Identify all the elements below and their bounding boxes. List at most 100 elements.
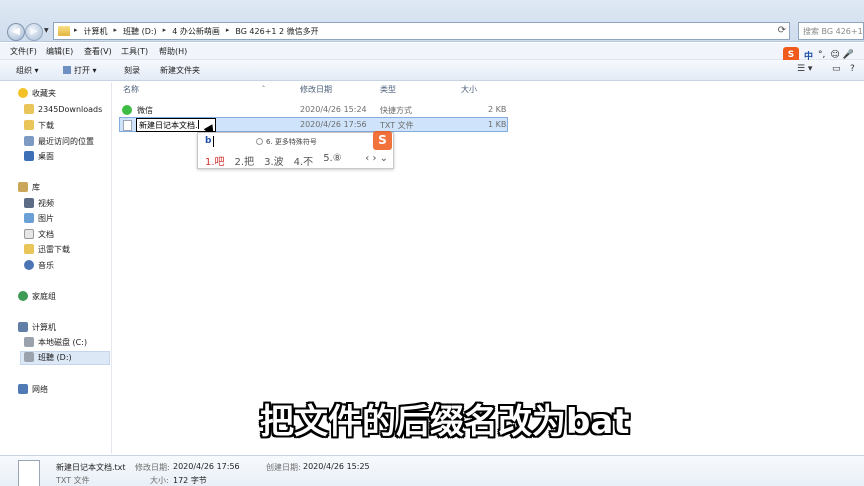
sidebar-item-label: 桌面	[38, 152, 54, 161]
breadcrumb-drive[interactable]: 班聽 (D:)	[123, 26, 157, 37]
sidebar-item-label: 2345Downloads	[38, 105, 103, 114]
sidebar-item-pictures[interactable]: 图片	[24, 213, 54, 227]
sidebar-item-label: 最近访问的位置	[38, 137, 94, 146]
organize-button[interactable]: 组织 ▾	[16, 65, 39, 76]
details-modified: 2020/4/26 17:56	[173, 462, 240, 471]
forward-button[interactable]: ▶	[25, 23, 43, 41]
search-input[interactable]: 搜索 BG 426+1...	[798, 22, 864, 40]
menu-tools[interactable]: 工具(T)	[121, 46, 148, 57]
menu-file[interactable]: 文件(F)	[10, 46, 37, 57]
menu-bar: 文件(F) 编辑(E) 查看(V) 工具(T) 帮助(H)	[0, 43, 864, 60]
menu-edit[interactable]: 编辑(E)	[46, 46, 73, 57]
menu-view[interactable]: 查看(V)	[84, 46, 112, 57]
ime-tools-icon[interactable]: ☺ 🎤	[830, 50, 853, 60]
column-header-type[interactable]: 类型	[380, 84, 396, 95]
sidebar-homegroup[interactable]: 家庭组	[18, 291, 56, 305]
file-modified: 2020/4/26 17:56	[300, 120, 367, 129]
breadcrumb-folder[interactable]: 4 办公新萌画	[172, 26, 220, 37]
document-icon	[24, 229, 34, 239]
chevron-right-icon: ▸	[162, 26, 167, 34]
view-options-icon[interactable]: ☰ ▾	[797, 64, 812, 74]
punctuation-toggle[interactable]: °,	[818, 50, 825, 60]
file-row-notepad[interactable]: 新建日记本文档. 2020/4/26 17:56 TXT 文件 1 KB	[119, 117, 508, 132]
open-button[interactable]: 打开 ▾	[63, 65, 97, 76]
refresh-icon[interactable]: ⟳	[778, 25, 786, 36]
sidebar-item-recent[interactable]: 最近访问的位置	[24, 136, 94, 150]
text-caret	[197, 120, 199, 129]
sidebar-item-desktop[interactable]: 桌面	[24, 151, 54, 165]
ime-candidate-2[interactable]: 2.把	[235, 153, 255, 168]
sidebar-homegroup-label: 家庭组	[32, 292, 56, 301]
help-icon[interactable]: ?	[850, 64, 855, 74]
sidebar-item-2345downloads[interactable]: 2345Downloads	[24, 104, 102, 118]
details-modified-label: 修改日期:	[135, 463, 170, 472]
sogou-logo-icon: S	[373, 131, 392, 150]
column-header-size[interactable]: 大小	[461, 84, 477, 95]
ime-candidate-3[interactable]: 3.波	[264, 153, 284, 168]
file-size: 2 KB	[488, 105, 507, 114]
text-file-icon	[123, 120, 132, 131]
sidebar-item-label: 下载	[38, 121, 54, 130]
details-created: 2020/4/26 15:25	[303, 462, 370, 471]
library-icon	[18, 182, 28, 192]
sidebar-item-music[interactable]: 音乐	[24, 260, 54, 274]
picture-icon	[24, 213, 34, 223]
ime-candidate-window: b 6. 更多特殊符号 1.吧 2.把 3.波 4.不 5.⑧ ‹ › ⌄ S	[197, 131, 394, 169]
address-row: ◀ ▶ ▼ ▸ 计算机 ▸ 班聽 (D:) ▸ 4 办公新萌画 ▸ BG 426…	[0, 0, 864, 42]
address-bar[interactable]: ▸ 计算机 ▸ 班聽 (D:) ▸ 4 办公新萌画 ▸ BG 426+1 2 微…	[53, 22, 790, 40]
back-button[interactable]: ◀	[7, 23, 25, 41]
sidebar-favorites-label: 收藏夹	[32, 89, 56, 98]
ime-cursor	[213, 136, 214, 147]
sidebar-item-downloads[interactable]: 下载	[24, 120, 54, 134]
chevron-right-icon: ▸	[74, 26, 78, 34]
details-created-label: 创建日期:	[266, 463, 301, 472]
new-folder-button[interactable]: 新建文件夹	[160, 65, 200, 76]
details-size: 172 字节	[173, 476, 207, 485]
wechat-shortcut-icon	[122, 105, 132, 115]
sidebar-item-drive-c[interactable]: 本地磁盘 (C:)	[24, 337, 87, 351]
video-subtitle: 把文件的后缀名改为bat	[260, 402, 630, 442]
recent-places-icon	[24, 136, 34, 146]
open-label: 打开 ▾	[74, 66, 97, 75]
download-folder-icon	[24, 120, 34, 130]
file-row-wechat[interactable]: 微信 2020/4/26 15:24 快捷方式 2 KB	[119, 103, 508, 118]
ime-page-arrows[interactable]: ‹ › ⌄	[365, 153, 388, 164]
breadcrumb-computer[interactable]: 计算机	[84, 26, 108, 37]
file-modified: 2020/4/26 15:24	[300, 105, 367, 114]
recent-pages-dropdown[interactable]: ▼	[44, 27, 49, 34]
ime-candidate-4[interactable]: 4.不	[294, 153, 314, 168]
ime-candidates: 1.吧 2.把 3.波 4.不 5.⑧	[205, 153, 342, 168]
chevron-right-icon: ▸	[113, 26, 118, 34]
sidebar-favorites[interactable]: 收藏夹	[18, 88, 56, 102]
preview-pane-icon[interactable]: ▭	[832, 64, 841, 74]
sidebar-item-videos[interactable]: 视频	[24, 198, 54, 212]
sidebar-libraries[interactable]: 库	[18, 182, 40, 196]
music-icon	[24, 260, 34, 270]
navigation-pane: 收藏夹 2345Downloads 下载 最近访问的位置 桌面 库 视频 图片 …	[0, 82, 112, 454]
ime-special-symbols[interactable]: 6. 更多特殊符号	[256, 137, 317, 147]
rename-text: 新建日记本文档.	[139, 121, 198, 130]
burn-button[interactable]: 刻录	[124, 65, 140, 76]
sidebar-item-label: 文档	[38, 230, 54, 239]
ime-candidate-1[interactable]: 1.吧	[205, 153, 225, 168]
menu-help[interactable]: 帮助(H)	[159, 46, 187, 57]
details-type: TXT 文件	[56, 476, 90, 485]
sidebar-network[interactable]: 网络	[18, 384, 48, 398]
text-file-icon	[18, 460, 40, 486]
sidebar-item-documents[interactable]: 文档	[24, 229, 54, 243]
sidebar-item-drive-d[interactable]: 班聽 (D:)	[20, 351, 110, 365]
sidebar-network-label: 网络	[32, 385, 48, 394]
column-header-name[interactable]: 名称	[123, 84, 139, 95]
sidebar-item-thunder[interactable]: 迅雷下载	[24, 244, 70, 258]
ime-candidate-5[interactable]: 5.⑧	[323, 153, 342, 168]
sidebar-item-label: 本地磁盘 (C:)	[38, 338, 88, 347]
breadcrumb-current[interactable]: BG 426+1 2 微信多开	[235, 26, 318, 37]
folder-icon	[24, 244, 34, 254]
breadcrumb: ▸ 计算机 ▸ 班聽 (D:) ▸ 4 办公新萌画 ▸ BG 426+1 2 微…	[74, 26, 319, 37]
sidebar-computer[interactable]: 计算机	[18, 322, 56, 336]
sidebar-item-label: 音乐	[38, 261, 54, 270]
sidebar-item-label: 视频	[38, 199, 54, 208]
column-header-modified[interactable]: 修改日期	[300, 84, 332, 95]
video-icon	[24, 198, 34, 208]
info-icon	[256, 138, 263, 145]
